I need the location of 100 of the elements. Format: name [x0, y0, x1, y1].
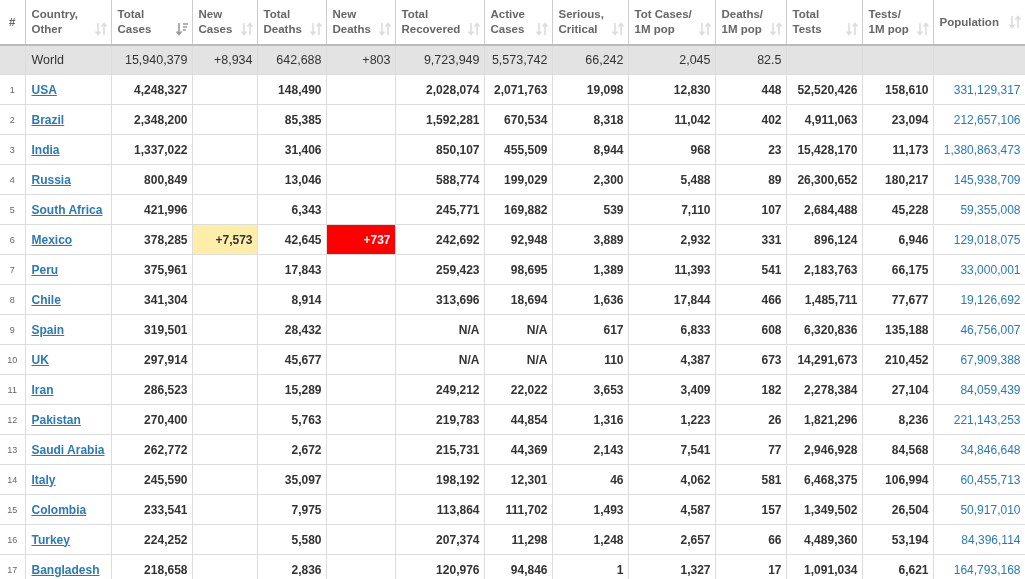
table-cell: 541 — [761, 262, 782, 277]
rank-number: 1 — [9, 84, 15, 95]
column-header[interactable]: Total Deaths — [257, 0, 326, 45]
table-cell: 18,694 — [510, 292, 548, 307]
table-cell: 207,374 — [436, 532, 480, 547]
sort-icon[interactable] — [611, 22, 624, 36]
country-link[interactable]: Chile — [31, 292, 61, 307]
table-cell: 2,657 — [680, 532, 711, 547]
table-cell: 2,028,074 — [426, 82, 480, 97]
table-cell: 66 — [768, 532, 782, 547]
sort-icon[interactable] — [175, 22, 188, 36]
sort-icon[interactable] — [916, 22, 929, 36]
table-cell: 17,843 — [284, 262, 322, 277]
table-cell: 608 — [761, 322, 782, 337]
rank-number: 12 — [7, 414, 18, 425]
sort-icon[interactable] — [240, 22, 253, 36]
table-cell: 2,932 — [680, 232, 711, 247]
table-cell: 145,938,709 — [953, 172, 1021, 187]
column-header[interactable]: Total Tests — [786, 0, 862, 45]
table-cell: 111,702 — [505, 502, 548, 517]
table-cell: 84,396,114 — [961, 532, 1021, 547]
table-cell: 210,452 — [885, 352, 929, 367]
table-cell: 23,094 — [891, 112, 929, 127]
table-cell: 378,285 — [144, 232, 188, 247]
table-cell: 4,587 — [680, 502, 711, 517]
table-cell: 2,278,384 — [804, 382, 858, 397]
table-cell: 286,523 — [144, 382, 188, 397]
country-link[interactable]: Italy — [31, 472, 56, 487]
table-cell: 3,889 — [593, 232, 624, 247]
country-link[interactable]: Iran — [31, 382, 54, 397]
table-cell: 4,911,063 — [804, 112, 858, 127]
table-cell: 14,291,673 — [797, 352, 858, 367]
table-cell: 968 — [690, 142, 711, 157]
table-cell: 245,771 — [436, 202, 480, 217]
sort-icon[interactable] — [94, 22, 107, 36]
country-link[interactable]: UK — [31, 352, 49, 367]
table-cell: 66,175 — [891, 262, 929, 277]
column-header[interactable]: Country, Other — [25, 0, 111, 45]
country-link[interactable]: USA — [31, 82, 57, 97]
table-cell: 13,046 — [284, 172, 322, 187]
sort-icon[interactable] — [769, 22, 782, 36]
table-cell: 92,948 — [510, 232, 548, 247]
column-header[interactable]: New Deaths — [326, 0, 395, 45]
rank-number: 14 — [7, 474, 18, 485]
table-cell: 35,097 — [284, 472, 322, 487]
sort-icon[interactable] — [535, 22, 548, 36]
table-cell: 107 — [761, 202, 782, 217]
rank-number: 3 — [9, 144, 15, 155]
table-cell: 4,062 — [680, 472, 711, 487]
table-cell: 221,143,253 — [953, 412, 1021, 427]
table-cell: 31,406 — [284, 142, 322, 157]
table-cell: 157 — [761, 502, 782, 517]
table-cell: 2,946,928 — [804, 442, 858, 457]
table-cell: 28,432 — [284, 322, 322, 337]
table-cell: 2,045 — [679, 53, 711, 67]
column-header[interactable]: Tot Cases/ 1M pop — [628, 0, 715, 45]
table-cell: N/A — [458, 352, 480, 367]
column-header[interactable]: # — [0, 0, 25, 45]
column-header[interactable]: Total Recovered — [395, 0, 484, 45]
column-header[interactable]: Total Cases — [111, 0, 192, 45]
table-cell: 110 — [604, 352, 624, 367]
table-cell: +737 — [363, 232, 391, 247]
table-cell: 1,223 — [680, 412, 711, 427]
table-cell: 448 — [761, 82, 782, 97]
country-link[interactable]: Spain — [31, 322, 65, 337]
table-cell: 2,143 — [593, 442, 624, 457]
rank-number: 16 — [7, 534, 18, 545]
table-cell: 4,489,360 — [804, 532, 858, 547]
country-link[interactable]: Brazil — [31, 112, 65, 127]
table-cell: 198,192 — [436, 472, 480, 487]
table-cell: 46,756,007 — [960, 322, 1021, 337]
rank-number: 13 — [7, 444, 18, 455]
sort-icon[interactable] — [845, 22, 858, 36]
column-header[interactable]: Serious, Critical — [552, 0, 628, 45]
table-cell: 7,110 — [681, 202, 711, 217]
sort-icon[interactable] — [467, 22, 480, 36]
table-cell: 46 — [610, 472, 624, 487]
table-cell: 297,914 — [144, 352, 188, 367]
table-cell: 341,304 — [144, 292, 188, 307]
table-cell: 60,455,713 — [960, 472, 1021, 487]
sort-icon[interactable] — [309, 22, 322, 36]
table-cell: 331 — [761, 232, 782, 247]
table-cell: 1,389 — [593, 262, 624, 277]
table-cell: 11,042 — [674, 112, 711, 127]
sort-icon[interactable] — [1008, 14, 1021, 29]
table-cell: 53,194 — [891, 532, 929, 547]
rank-number: 4 — [9, 174, 15, 185]
table-cell: +7,573 — [215, 232, 253, 247]
column-header[interactable]: Tests/ 1M pop — [862, 0, 933, 45]
table-cell: 113,864 — [436, 502, 480, 517]
column-header[interactable]: Active Cases — [484, 0, 552, 45]
country-link[interactable]: Peru — [31, 262, 59, 277]
table-cell: 6,320,836 — [804, 322, 858, 337]
sort-icon[interactable] — [698, 22, 711, 36]
column-header[interactable]: New Cases — [192, 0, 257, 45]
column-header[interactable]: Deaths/ 1M pop — [715, 0, 786, 45]
country-link[interactable]: India — [31, 142, 60, 157]
table-cell: 218,658 — [144, 562, 188, 577]
sort-icon[interactable] — [378, 22, 391, 36]
column-header[interactable]: Population — [933, 0, 1025, 45]
